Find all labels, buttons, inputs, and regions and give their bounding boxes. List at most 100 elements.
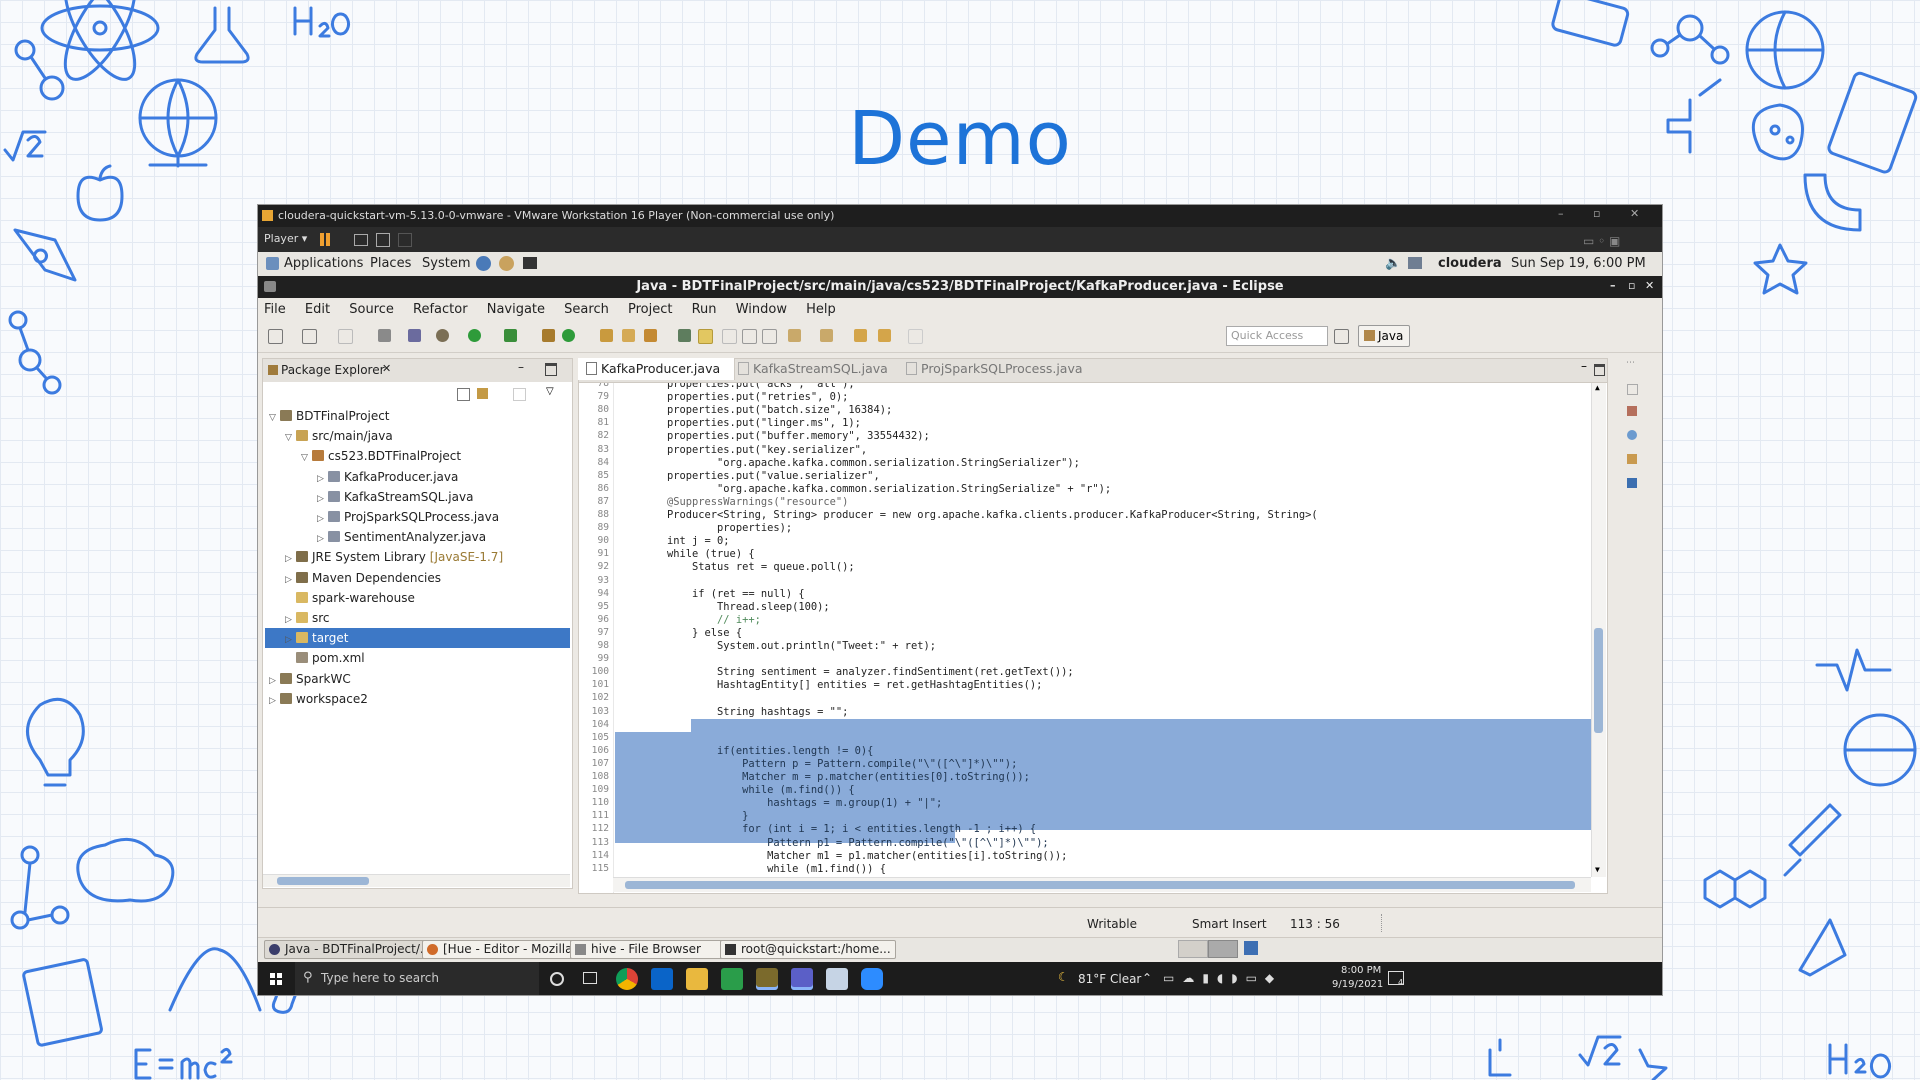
show-desktop-icon[interactable] <box>1244 941 1258 955</box>
forward-icon[interactable] <box>878 329 891 342</box>
scroll-up-icon[interactable]: ▲ <box>1595 383 1600 392</box>
terminal-launcher-icon[interactable] <box>523 257 537 269</box>
vertical-scrollbar[interactable]: ▲ ▼ <box>1591 383 1606 877</box>
tab-kafkastreamsql[interactable]: KafkaStreamSQL.java <box>730 358 898 380</box>
next-annotation-icon[interactable] <box>788 329 801 342</box>
maximize-view-icon[interactable] <box>545 363 557 376</box>
player-menu-button[interactable]: Player ▾ <box>264 232 307 245</box>
eclipse-minimize-icon[interactable]: – <box>1610 279 1616 292</box>
file-explorer-taskbar-icon[interactable] <box>686 968 708 990</box>
workspace-switcher-2[interactable] <box>1208 940 1238 958</box>
problems-icon[interactable] <box>1627 430 1637 440</box>
tree-item[interactable]: pom.xml <box>265 648 570 668</box>
task-button-terminal[interactable]: root@quickstart:/home... <box>720 940 896 959</box>
tree-item[interactable]: ▽ cs523.BDTFinalProject <box>265 446 570 466</box>
menu-edit[interactable]: Edit <box>305 302 330 317</box>
menu-system[interactable]: System <box>422 256 470 271</box>
skip-breakpoints-icon[interactable] <box>408 329 421 342</box>
close-icon[interactable]: ✕ <box>1630 207 1639 220</box>
forward-disabled-icon[interactable] <box>908 329 923 344</box>
minimize-view-icon[interactable]: – <box>518 360 524 374</box>
menu-places[interactable]: Places <box>370 256 411 271</box>
debug-icon[interactable] <box>436 329 449 342</box>
outlook-taskbar-icon[interactable] <box>651 968 673 990</box>
collapsed-twisty-icon[interactable]: ▷ <box>285 610 296 630</box>
chrome-taskbar-icon[interactable] <box>616 968 638 990</box>
console-icon[interactable] <box>1627 478 1637 488</box>
print-icon[interactable] <box>378 329 391 342</box>
show-source-icon[interactable] <box>762 329 777 344</box>
tab-projsparksqlprocess[interactable]: ProjSparkSQLProcess.java <box>898 358 1086 380</box>
collapsed-twisty-icon[interactable]: ▷ <box>269 691 280 711</box>
horizontal-scrollbar[interactable] <box>613 877 1591 892</box>
menu-refactor[interactable]: Refactor <box>413 302 468 317</box>
maximize-icon[interactable]: ▫ <box>1593 207 1600 220</box>
task-list-icon[interactable] <box>1627 384 1638 395</box>
javadoc-icon[interactable] <box>1627 454 1637 464</box>
send-ctrl-alt-del-icon[interactable] <box>354 234 368 246</box>
task-button-eclipse[interactable]: Java - BDTFinalProject/... <box>264 940 438 959</box>
browser-launcher-icon[interactable] <box>476 256 491 271</box>
collapsed-twisty-icon[interactable]: ▷ <box>317 489 328 509</box>
menu-help[interactable]: Help <box>806 302 836 317</box>
menu-applications[interactable]: Applications <box>284 256 363 271</box>
zoom-taskbar-icon[interactable] <box>861 968 883 990</box>
tree-item[interactable]: ▷ src <box>265 608 570 628</box>
vertical-scroll-thumb[interactable] <box>1594 628 1603 733</box>
tree-item[interactable]: ▷ target <box>265 628 570 650</box>
run-external-icon[interactable] <box>504 329 517 342</box>
tree-horizontal-scrollbar[interactable] <box>263 874 570 887</box>
tab-kafkaproducer[interactable]: KafkaProducer.java ✕ <box>578 358 735 398</box>
windows-search-box[interactable]: ⚲ Type here to search <box>295 962 539 995</box>
collapsed-twisty-icon[interactable]: ▷ <box>317 509 328 529</box>
search-tool-icon[interactable] <box>644 329 657 342</box>
collapsed-twisty-icon[interactable]: ▷ <box>285 630 296 650</box>
task-button-hue[interactable]: [Hue - Editor - Mozilla ... <box>422 940 586 959</box>
link-with-editor-icon[interactable] <box>477 388 488 399</box>
new-icon[interactable] <box>268 329 283 344</box>
scroll-down-icon[interactable]: ▼ <box>1595 865 1600 874</box>
editor-maximize-icon[interactable] <box>1594 364 1605 376</box>
vmware-taskbar-icon[interactable] <box>756 968 778 990</box>
toggle-mark-occurrences-icon[interactable] <box>698 329 713 344</box>
restore-icon[interactable]: ⋯ <box>1626 358 1635 368</box>
tree-item[interactable]: ▷ workspace2 <box>265 689 570 709</box>
new-class-icon[interactable] <box>562 329 575 342</box>
eclipse-maximize-icon[interactable]: ▫ <box>1628 279 1635 292</box>
save-all-icon[interactable] <box>338 329 353 344</box>
windows-start-icon[interactable] <box>270 973 282 985</box>
view-menu-icon[interactable]: ▽ <box>546 386 554 397</box>
volume-icon[interactable]: 🔈 <box>1385 256 1401 271</box>
editor-minimize-icon[interactable]: – <box>1581 359 1587 373</box>
outline-icon[interactable] <box>1627 406 1637 416</box>
new-java-project-icon[interactable] <box>542 329 555 342</box>
open-folder-icon[interactable] <box>622 329 635 342</box>
menu-navigate[interactable]: Navigate <box>487 302 545 317</box>
collapsed-twisty-icon[interactable]: ▷ <box>269 671 280 691</box>
menu-project[interactable]: Project <box>628 302 672 317</box>
tree-scroll-thumb[interactable] <box>277 877 369 885</box>
collapsed-twisty-icon[interactable]: ▷ <box>317 529 328 549</box>
collapsed-twisty-icon[interactable]: ▷ <box>285 549 296 569</box>
teams-taskbar-icon[interactable] <box>791 968 813 990</box>
focus-icon[interactable] <box>513 388 526 401</box>
tree-item[interactable]: ▽ BDTFinalProject <box>265 406 570 426</box>
network-icon[interactable] <box>1408 257 1422 269</box>
settings-launcher-icon[interactable] <box>499 256 514 271</box>
tree-item[interactable]: ▷ JRE System Library [JavaSE-1.7] <box>265 547 570 567</box>
tree-item[interactable]: ▷ ProjSparkSQLProcess.java <box>265 507 570 527</box>
task-view-icon[interactable] <box>583 972 597 984</box>
menu-file[interactable]: File <box>264 302 286 317</box>
expanded-twisty-icon[interactable]: ▽ <box>301 448 312 468</box>
sheets-taskbar-icon[interactable] <box>721 968 743 990</box>
unity-icon[interactable] <box>398 233 412 247</box>
tree-item[interactable]: ▷ SparkWC <box>265 669 570 689</box>
tray-chevron-icon[interactable]: ⌃ <box>1142 971 1152 985</box>
back-icon[interactable] <box>854 329 867 342</box>
task-button-hive[interactable]: hive - File Browser <box>570 940 734 959</box>
menu-source[interactable]: Source <box>349 302 394 317</box>
block-selection-icon[interactable] <box>722 329 737 344</box>
save-icon[interactable] <box>302 329 317 344</box>
open-type-icon[interactable] <box>600 329 613 342</box>
show-whitespace-icon[interactable] <box>742 329 757 344</box>
